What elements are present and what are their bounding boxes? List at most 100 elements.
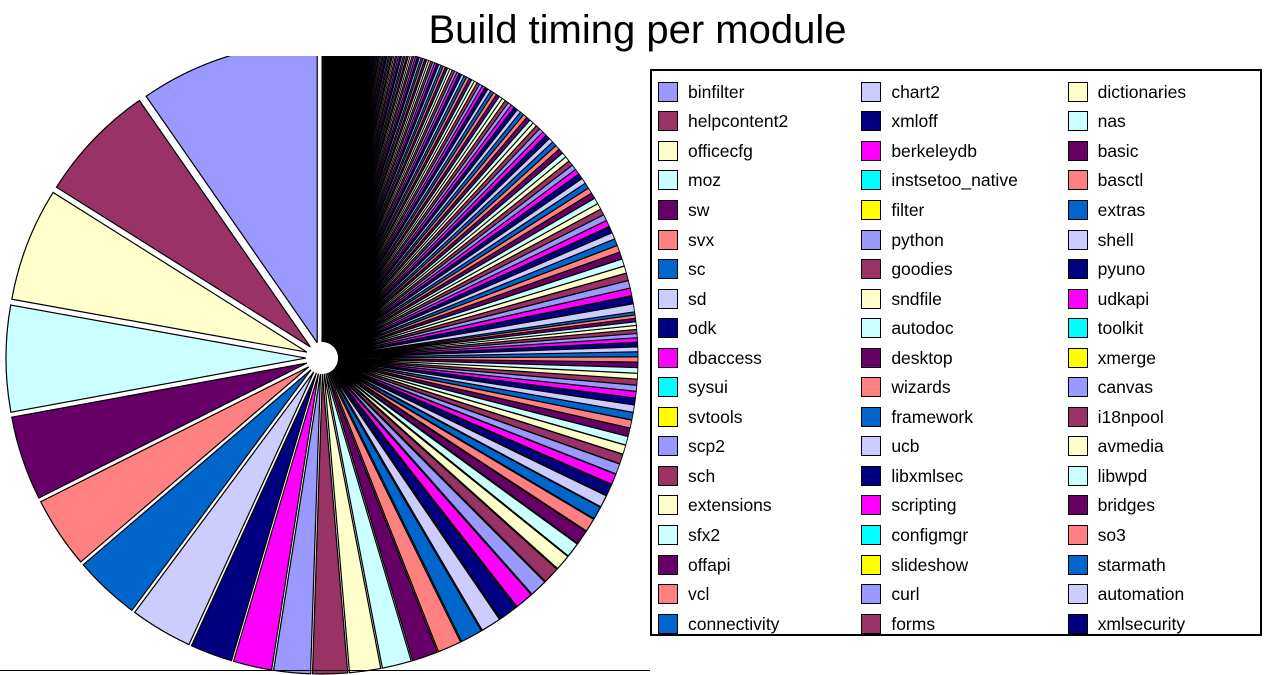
legend-item[interactable]: scp2: [658, 432, 855, 462]
legend-item[interactable]: sch: [658, 461, 855, 491]
pie-chart-svg: [5, 56, 639, 675]
legend-color-swatch: [1067, 524, 1088, 545]
legend-color-swatch: [658, 347, 678, 368]
legend-item[interactable]: sfx2: [658, 520, 855, 550]
legend-item-label: automation: [1097, 584, 1185, 605]
legend-item[interactable]: framework: [861, 402, 1063, 432]
legend-item-label: helpcontent2: [688, 111, 789, 132]
legend-item[interactable]: automation: [1067, 579, 1260, 609]
legend-item-label: goodies: [891, 259, 953, 280]
legend-item-label: libwpd: [1097, 465, 1148, 486]
legend-item[interactable]: offapi: [658, 550, 855, 580]
legend-color-swatch: [861, 199, 882, 220]
legend-color-swatch: [861, 554, 882, 575]
legend-item[interactable]: xmerge: [1067, 343, 1260, 373]
legend-item[interactable]: binfilter: [658, 77, 855, 107]
legend-item[interactable]: autodoc: [861, 313, 1063, 343]
legend-color-swatch: [861, 465, 882, 486]
legend-item[interactable]: python: [861, 225, 1063, 255]
legend-item[interactable]: helpcontent2: [658, 107, 855, 137]
legend-color-swatch: [1067, 584, 1088, 605]
legend-item[interactable]: chart2: [861, 77, 1063, 107]
legend-item-label: bridges: [1097, 495, 1155, 516]
legend-item[interactable]: sw: [658, 195, 855, 225]
page-title: Build timing per module: [428, 8, 847, 52]
legend-item[interactable]: curl: [861, 579, 1063, 609]
legend-item[interactable]: extensions: [658, 491, 855, 521]
legend-item[interactable]: sysui: [658, 372, 855, 402]
legend-color-swatch: [861, 495, 882, 516]
legend-item[interactable]: xmlsecurity: [1067, 609, 1260, 639]
legend-item[interactable]: starmath: [1067, 550, 1260, 580]
legend-item[interactable]: basic: [1067, 136, 1260, 166]
legend-item[interactable]: libxmlsec: [861, 461, 1063, 491]
legend-item[interactable]: sc: [658, 254, 855, 284]
legend-color-swatch: [658, 199, 678, 220]
legend-item[interactable]: sd: [658, 284, 855, 314]
legend-item[interactable]: wizards: [861, 372, 1063, 402]
legend-item-label: autodoc: [891, 318, 954, 339]
legend-item[interactable]: bridges: [1067, 491, 1260, 521]
legend-item[interactable]: canvas: [1067, 372, 1260, 402]
legend-color-swatch: [658, 524, 678, 545]
legend-item[interactable]: toolkit: [1067, 313, 1260, 343]
legend-item[interactable]: configmgr: [861, 520, 1063, 550]
legend-item-label: connectivity: [688, 613, 780, 634]
legend-item[interactable]: libwpd: [1067, 461, 1260, 491]
legend-item-label: sw: [688, 199, 710, 220]
legend-color-swatch: [861, 347, 882, 368]
legend-item[interactable]: svtools: [658, 402, 855, 432]
legend-item[interactable]: udkapi: [1067, 284, 1260, 314]
legend-item-label: dictionaries: [1097, 81, 1187, 102]
legend-item[interactable]: odk: [658, 313, 855, 343]
legend-item[interactable]: slideshow: [861, 550, 1063, 580]
legend-item[interactable]: dictionaries: [1067, 77, 1260, 107]
legend-item[interactable]: forms: [861, 609, 1063, 639]
legend-item-label: sfx2: [688, 524, 721, 545]
legend-item[interactable]: shell: [1067, 225, 1260, 255]
legend-item[interactable]: ucb: [861, 432, 1063, 462]
legend-color-swatch: [658, 584, 678, 605]
legend-item[interactable]: connectivity: [658, 609, 855, 639]
legend-item-label: scp2: [688, 436, 725, 457]
legend-item[interactable]: scripting: [861, 491, 1063, 521]
legend-item-label: canvas: [1097, 377, 1154, 398]
legend-item-label: officecfg: [688, 140, 753, 161]
legend-color-swatch: [658, 495, 678, 516]
legend-color-swatch: [1067, 347, 1088, 368]
legend-color-swatch: [1067, 377, 1088, 398]
legend-item[interactable]: desktop: [861, 343, 1063, 373]
legend-item[interactable]: vcl: [658, 579, 855, 609]
legend-item[interactable]: avmedia: [1067, 432, 1260, 462]
legend-item[interactable]: pyuno: [1067, 254, 1260, 284]
pie-chart-area: [0, 56, 650, 675]
legend-item-label: instsetoo_native: [891, 170, 1018, 191]
legend-item[interactable]: moz: [658, 166, 855, 196]
legend-item[interactable]: goodies: [861, 254, 1063, 284]
legend-item-label: desktop: [891, 347, 953, 368]
legend-item[interactable]: so3: [1067, 520, 1260, 550]
legend-item[interactable]: filter: [861, 195, 1063, 225]
legend-item[interactable]: instsetoo_native: [861, 166, 1063, 196]
legend-item-label: udkapi: [1097, 288, 1150, 309]
legend-color-swatch: [861, 584, 882, 605]
legend-item[interactable]: dbaccess: [658, 343, 855, 373]
legend-item[interactable]: extras: [1067, 195, 1260, 225]
legend-item-label: shell: [1097, 229, 1134, 250]
legend-item[interactable]: i18npool: [1067, 402, 1260, 432]
legend-item[interactable]: nas: [1067, 107, 1260, 137]
legend-item-label: xmerge: [1097, 347, 1156, 368]
legend-color-swatch: [861, 140, 882, 161]
legend-color-swatch: [658, 81, 678, 102]
legend-color-swatch: [1067, 318, 1088, 339]
legend-item[interactable]: basctl: [1067, 166, 1260, 196]
legend-color-swatch: [1067, 613, 1088, 634]
legend-item[interactable]: svx: [658, 225, 855, 255]
legend-item-label: sndfile: [891, 288, 942, 309]
legend-item[interactable]: sndfile: [861, 284, 1063, 314]
legend-item[interactable]: xmloff: [861, 107, 1063, 137]
legend-item[interactable]: officecfg: [658, 136, 855, 166]
legend-color-swatch: [861, 81, 882, 102]
legend-item[interactable]: berkeleydb: [861, 136, 1063, 166]
legend-color-swatch: [1067, 81, 1088, 102]
